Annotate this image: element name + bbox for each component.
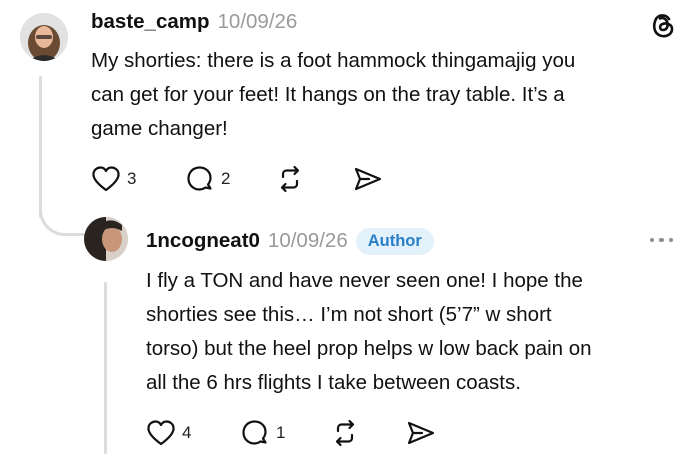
like-button[interactable]: 3 [91, 162, 185, 196]
reply-share-button[interactable] [406, 416, 446, 450]
repost-icon [280, 165, 300, 193]
more-options-icon[interactable] [647, 232, 676, 248]
reply-timestamp: 10/09/26 [267, 229, 348, 252]
like-count: 3 [127, 169, 137, 188]
post-actions: 3 2 [91, 162, 393, 196]
avatar[interactable] [20, 13, 68, 61]
send-icon [354, 167, 382, 191]
send-icon [407, 421, 435, 445]
reply-comment-count: 1 [276, 423, 286, 442]
reply-text-line: I fly a TON and have never seen one! I h… [146, 269, 583, 292]
post-text-line: My shorties: there is a foot hammock thi… [91, 49, 576, 72]
comment-icon [187, 166, 212, 191]
post-username[interactable]: baste_camp [91, 10, 210, 34]
heart-icon [92, 166, 120, 192]
comment-count: 2 [221, 169, 231, 188]
avatar-photo [20, 13, 68, 61]
more-dot [649, 237, 654, 243]
thread-line-curve [39, 200, 85, 236]
share-button[interactable] [353, 162, 393, 196]
reply-like-count: 4 [182, 423, 192, 442]
reply-actions: 4 1 [146, 416, 446, 450]
thread-line-reply [104, 282, 107, 454]
reply-text-line: torso) but the heel prop helps w low bac… [146, 337, 592, 360]
threads-logo-icon[interactable] [648, 10, 678, 40]
reply-text-line: shorties see this… I’m not short (5’7” w… [146, 303, 552, 326]
thread-line-main [39, 76, 42, 218]
heart-icon [147, 420, 175, 446]
repost-button[interactable] [275, 162, 353, 196]
post-text-line: game changer! [91, 117, 228, 140]
more-dot [668, 237, 673, 243]
author-badge: Author [355, 227, 434, 255]
reply-like-button[interactable]: 4 [146, 416, 240, 450]
repost-icon [335, 419, 355, 447]
reply-text: I fly a TON and have never seen one! I h… [146, 264, 686, 400]
post-text: My shorties: there is a foot hammock thi… [91, 44, 681, 146]
reply-repost-button[interactable] [330, 416, 406, 450]
reply-username[interactable]: 1ncogneat0 [146, 229, 260, 253]
reply-avatar-photo [84, 217, 128, 261]
reply-comment-button[interactable]: 1 [240, 416, 330, 450]
post-text-line: can get for your feet! It hangs on the t… [91, 83, 565, 106]
reply-header: 1ncogneat0 10/09/26 Author [146, 226, 434, 256]
reply-avatar[interactable] [84, 217, 128, 261]
more-dot [659, 237, 664, 243]
reply-text-line: all the 6 hrs flights I take between coa… [146, 371, 521, 394]
post-timestamp: 10/09/26 [217, 10, 298, 33]
comment-button[interactable]: 2 [185, 162, 275, 196]
comment-icon [242, 420, 267, 445]
post-header: baste_camp 10/09/26 [91, 8, 297, 36]
